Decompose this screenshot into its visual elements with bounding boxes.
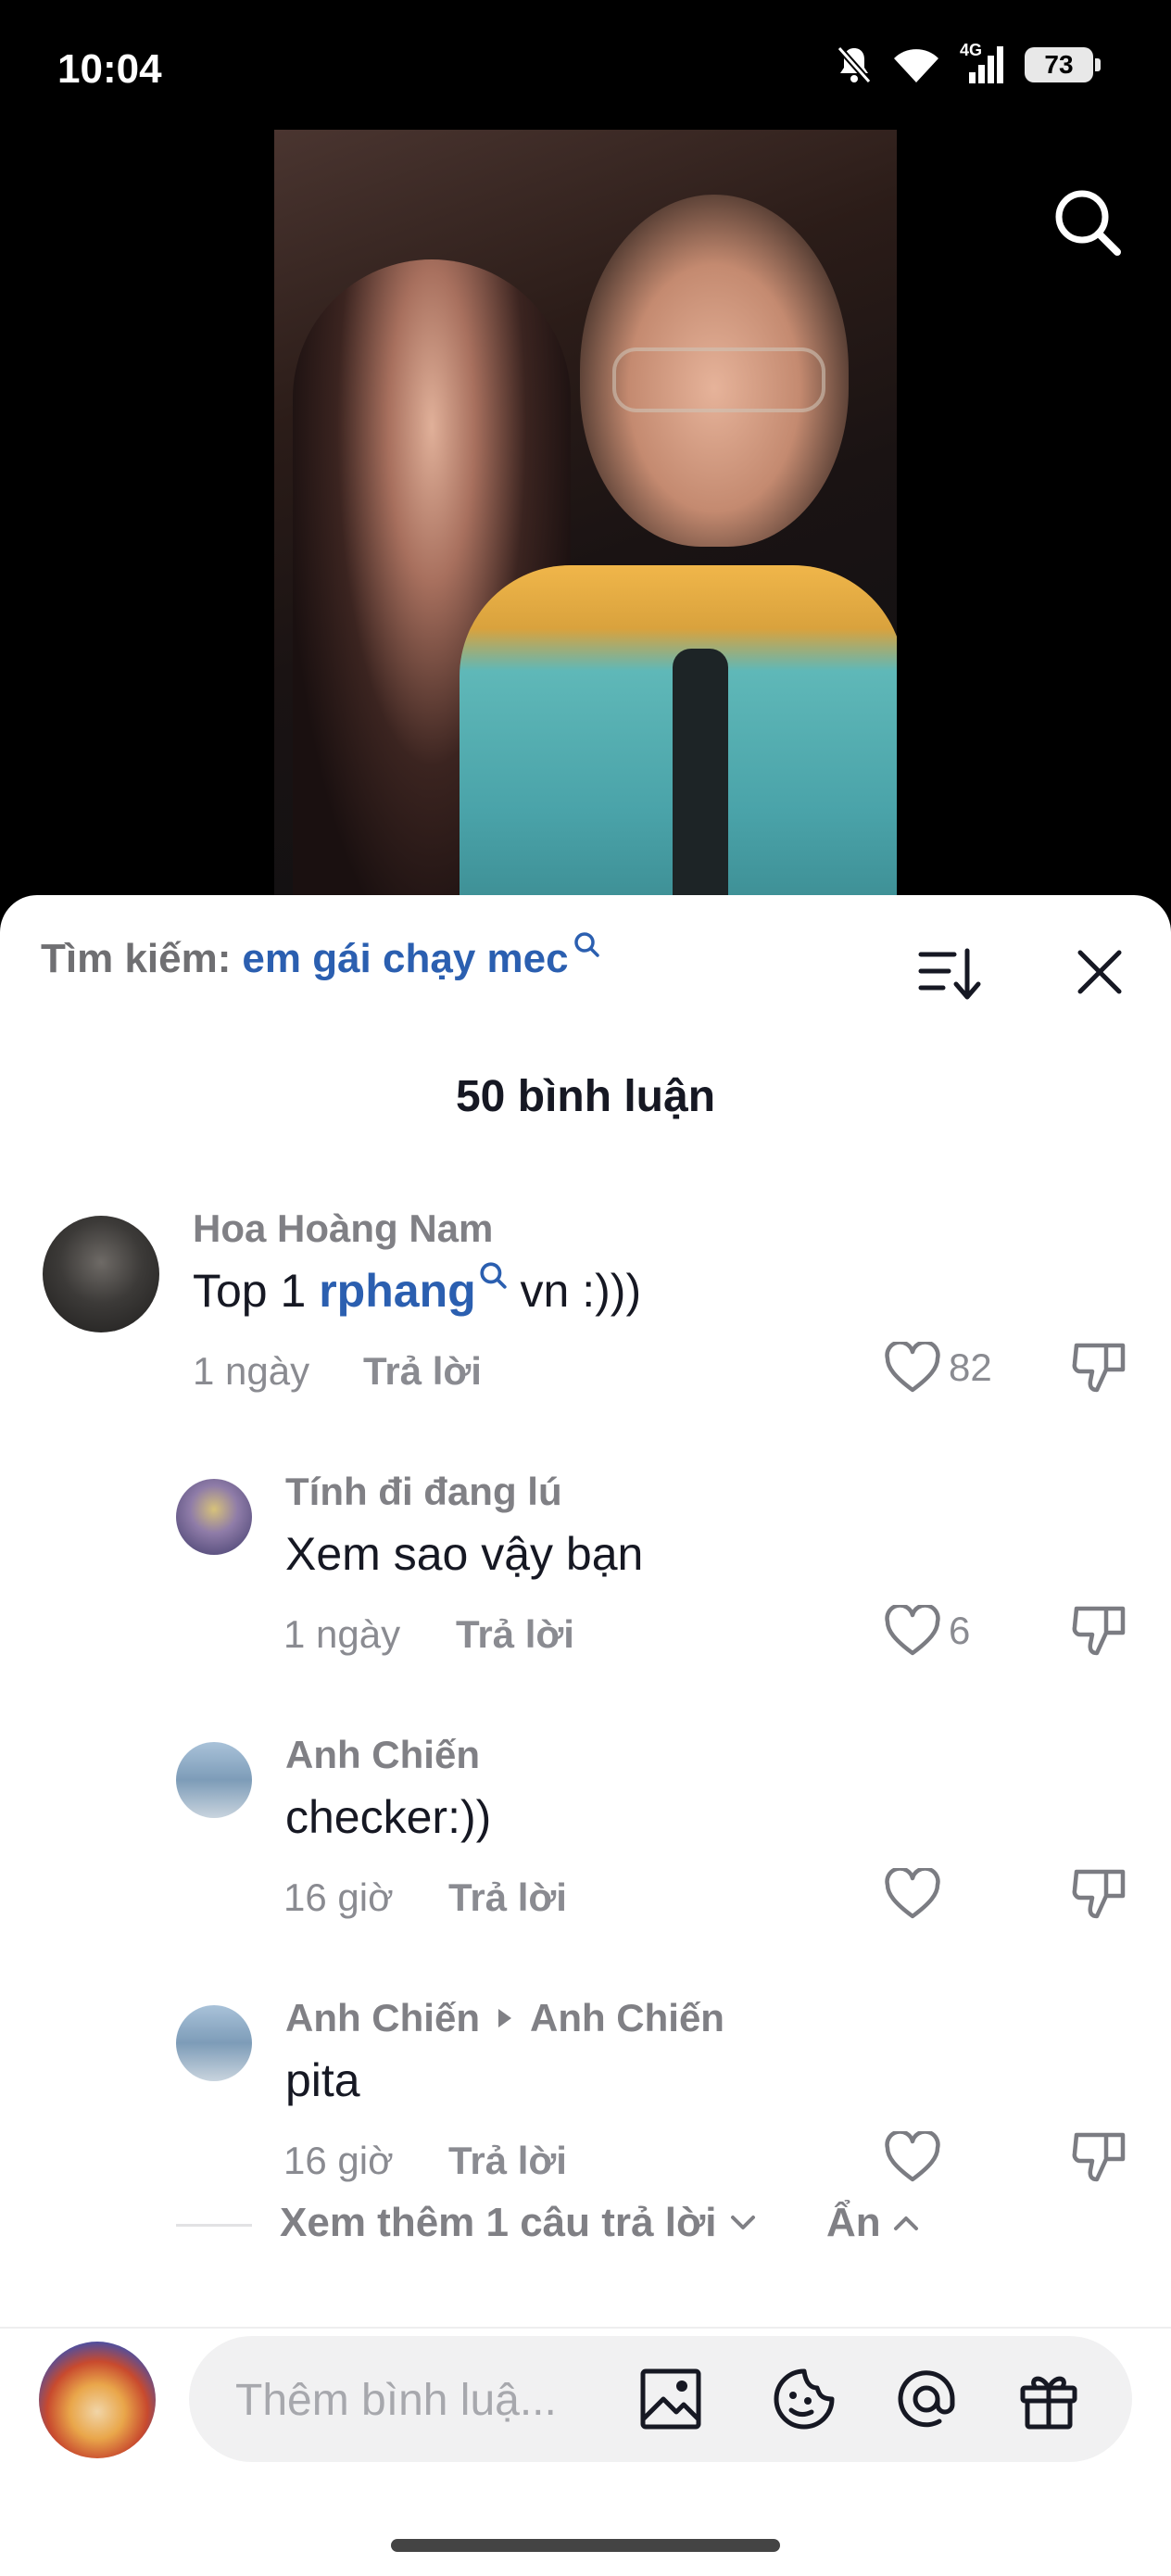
sort-icon[interactable] (917, 943, 982, 1004)
view-more-replies-button[interactable]: Xem thêm 1 câu trả lời (280, 2200, 757, 2246)
chevron-down-icon (731, 2216, 756, 2229)
comment-input[interactable]: Thêm bình luậ... (189, 2336, 1132, 2462)
video-glasses (612, 347, 825, 412)
comment-author[interactable]: Anh Chiến (285, 1733, 480, 1777)
comment-author[interactable]: Hoa Hoàng Nam (193, 1206, 493, 1251)
view-more-replies-label: Xem thêm 1 câu trả lời (280, 2200, 717, 2245)
dislike-icon[interactable] (1071, 1864, 1128, 1922)
video-player[interactable] (274, 130, 897, 899)
comment-text: checker:)) (285, 1791, 492, 1843)
search-label: Tìm kiếm: (41, 936, 232, 981)
avatar[interactable] (176, 1479, 252, 1555)
comment-text-part: Top 1 (193, 1265, 320, 1317)
like-button[interactable] (884, 2131, 949, 2183)
comment-text-part: vn :))) (507, 1265, 642, 1317)
like-button[interactable]: 6 (884, 1605, 970, 1657)
comment-text: Xem sao vậy bạn (285, 1528, 644, 1580)
comment-time: 16 giờ (283, 2139, 394, 2182)
mention-icon[interactable] (893, 2366, 960, 2432)
comments-count: 50 bình luận (455, 1072, 716, 1121)
dislike-icon[interactable] (1071, 2128, 1128, 2185)
reply-button[interactable]: Trả lời (448, 1875, 567, 1920)
status-time: 10:04 (57, 46, 162, 92)
reply-to-name[interactable]: Anh Chiến (530, 1996, 724, 2040)
like-button[interactable]: 82 (884, 1342, 992, 1394)
comment-text: Top 1 rphang vn :))) (193, 1262, 642, 1318)
comment-time: 16 giờ (283, 1875, 394, 1919)
hide-replies-button[interactable]: Ẩn (826, 2200, 920, 2246)
wifi-icon (894, 49, 938, 82)
comment-time: 1 ngày (283, 1612, 401, 1656)
heart-icon (885, 2131, 940, 2182)
comment-author[interactable]: Tính đi đang lú (285, 1470, 562, 1514)
video-jacket-zipper (673, 649, 728, 899)
reply-button[interactable]: Trả lời (448, 2139, 567, 2183)
reply-arrow-icon (497, 2009, 511, 2027)
search-small-icon (573, 932, 599, 957)
dislike-icon[interactable] (1071, 1601, 1128, 1659)
comment-time: 1 ngày (193, 1349, 310, 1393)
bell-muted-icon (837, 45, 872, 84)
home-indicator[interactable] (391, 2539, 780, 2552)
comment-search-link[interactable]: rphang (319, 1264, 475, 1318)
status-icons: 4G 73 (836, 41, 1101, 85)
gift-icon[interactable] (1015, 2366, 1082, 2432)
heart-icon (885, 1605, 940, 1656)
avatar[interactable] (43, 1216, 159, 1332)
reply-button[interactable]: Trả lời (363, 1349, 482, 1394)
avatar[interactable] (176, 1742, 252, 1818)
close-icon[interactable] (1073, 945, 1127, 999)
like-count: 6 (949, 1609, 971, 1652)
chevron-up-icon (893, 2216, 918, 2230)
heart-icon (885, 1342, 940, 1393)
reply-button[interactable]: Trả lời (456, 1612, 574, 1657)
divider (176, 2224, 252, 2227)
comment-text: pita (285, 2054, 360, 2106)
comments-sheet: Tìm kiếm: em gái chạy mec 50 bình luận H… (0, 895, 1171, 2576)
like-button[interactable] (884, 1868, 949, 1920)
search-suggestion[interactable]: Tìm kiếm: em gái chạy mec (41, 932, 600, 982)
like-count: 82 (949, 1345, 992, 1389)
hide-replies-label: Ẩn (826, 2200, 881, 2245)
comment-author-name[interactable]: Anh Chiến (285, 1996, 480, 2040)
signal-icon: 4G (960, 41, 1006, 85)
sticker-icon[interactable] (771, 2366, 837, 2432)
battery-icon: 73 (1025, 47, 1101, 82)
search-icon[interactable] (1051, 185, 1123, 258)
search-query[interactable]: em gái chạy mec (242, 936, 568, 982)
heart-icon (885, 1868, 940, 1919)
avatar[interactable] (39, 2342, 156, 2458)
image-icon[interactable] (637, 2366, 704, 2432)
comment-author: Anh Chiến Anh Chiến (285, 1996, 724, 2040)
search-small-icon (480, 1262, 507, 1289)
battery-level: 73 (1044, 50, 1074, 79)
dislike-icon[interactable] (1071, 1338, 1128, 1395)
avatar[interactable] (176, 2005, 252, 2081)
replies-controls: Xem thêm 1 câu trả lời Ẩn (0, 2196, 1171, 2252)
comment-input-placeholder: Thêm bình luậ... (235, 2376, 557, 2425)
